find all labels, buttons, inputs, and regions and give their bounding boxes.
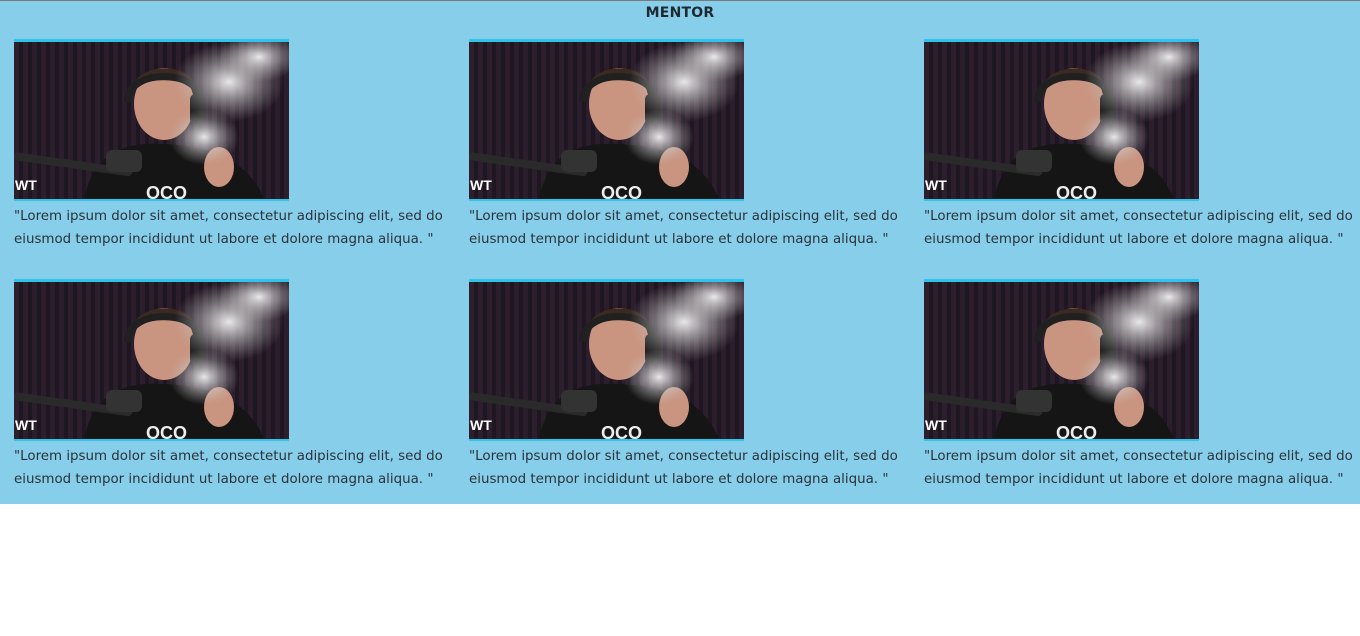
photo-illustration: OCO WT <box>469 282 744 439</box>
mentor-caption: "Lorem ipsum dolor sit amet, consectetur… <box>924 209 1353 247</box>
mentor-card: OCO WT "Lorem ipsum dolor sit amet, cons… <box>924 279 1360 519</box>
svg-text:OCO: OCO <box>601 183 642 199</box>
photo-illustration: OCO WT <box>924 42 1199 199</box>
mentor-caption: "Lorem ipsum dolor sit amet, consectetur… <box>14 209 443 247</box>
mentor-card: OCO WT "Lorem ipsum dolor sit amet, cons… <box>14 279 469 519</box>
svg-text:WT: WT <box>925 177 947 193</box>
mentor-card: OCO WT "Lorem ipsum dolor sit amet, cons… <box>924 39 1360 279</box>
svg-text:OCO: OCO <box>1056 423 1097 439</box>
photo-illustration: OCO WT <box>14 42 289 199</box>
mentor-caption: "Lorem ipsum dolor sit amet, consectetur… <box>469 209 898 247</box>
mentor-card: OCO WT "Lorem ipsum dolor sit amet, cons… <box>469 279 924 519</box>
photo-illustration: OCO WT <box>14 282 289 439</box>
mentor-caption: "Lorem ipsum dolor sit amet, consectetur… <box>14 449 443 487</box>
mentor-caption: "Lorem ipsum dolor sit amet, consectetur… <box>924 449 1353 487</box>
svg-text:WT: WT <box>925 417 947 433</box>
svg-text:WT: WT <box>470 417 492 433</box>
svg-text:WT: WT <box>15 177 37 193</box>
mentor-photo[interactable]: OCO WT <box>924 279 1199 441</box>
mentor-photo[interactable]: OCO WT <box>14 39 289 201</box>
svg-text:OCO: OCO <box>146 423 187 439</box>
section-title: MENTOR <box>645 5 715 21</box>
svg-text:WT: WT <box>470 177 492 193</box>
svg-text:OCO: OCO <box>1056 183 1097 199</box>
mentor-card: OCO WT "Lorem ipsum dolor sit amet, cons… <box>469 39 924 279</box>
svg-text:WT: WT <box>15 417 37 433</box>
svg-text:OCO: OCO <box>146 183 187 199</box>
photo-illustration: OCO WT <box>469 42 744 199</box>
photo-illustration: OCO WT <box>924 282 1199 439</box>
mentor-caption: "Lorem ipsum dolor sit amet, consectetur… <box>469 449 898 487</box>
mentor-photo[interactable]: OCO WT <box>469 39 744 201</box>
mentor-grid: OCO WT "Lorem ipsum dolor sit amet, cons… <box>14 39 1360 519</box>
mentor-section: MENTOR OCO WT "Lorem ipsum dolor sit ame… <box>0 1 1360 504</box>
mentor-photo[interactable]: OCO WT <box>924 39 1199 201</box>
svg-text:OCO: OCO <box>601 423 642 439</box>
mentor-photo[interactable]: OCO WT <box>469 279 744 441</box>
mentor-photo[interactable]: OCO WT <box>14 279 289 441</box>
mentor-card: OCO WT "Lorem ipsum dolor sit amet, cons… <box>14 39 469 279</box>
